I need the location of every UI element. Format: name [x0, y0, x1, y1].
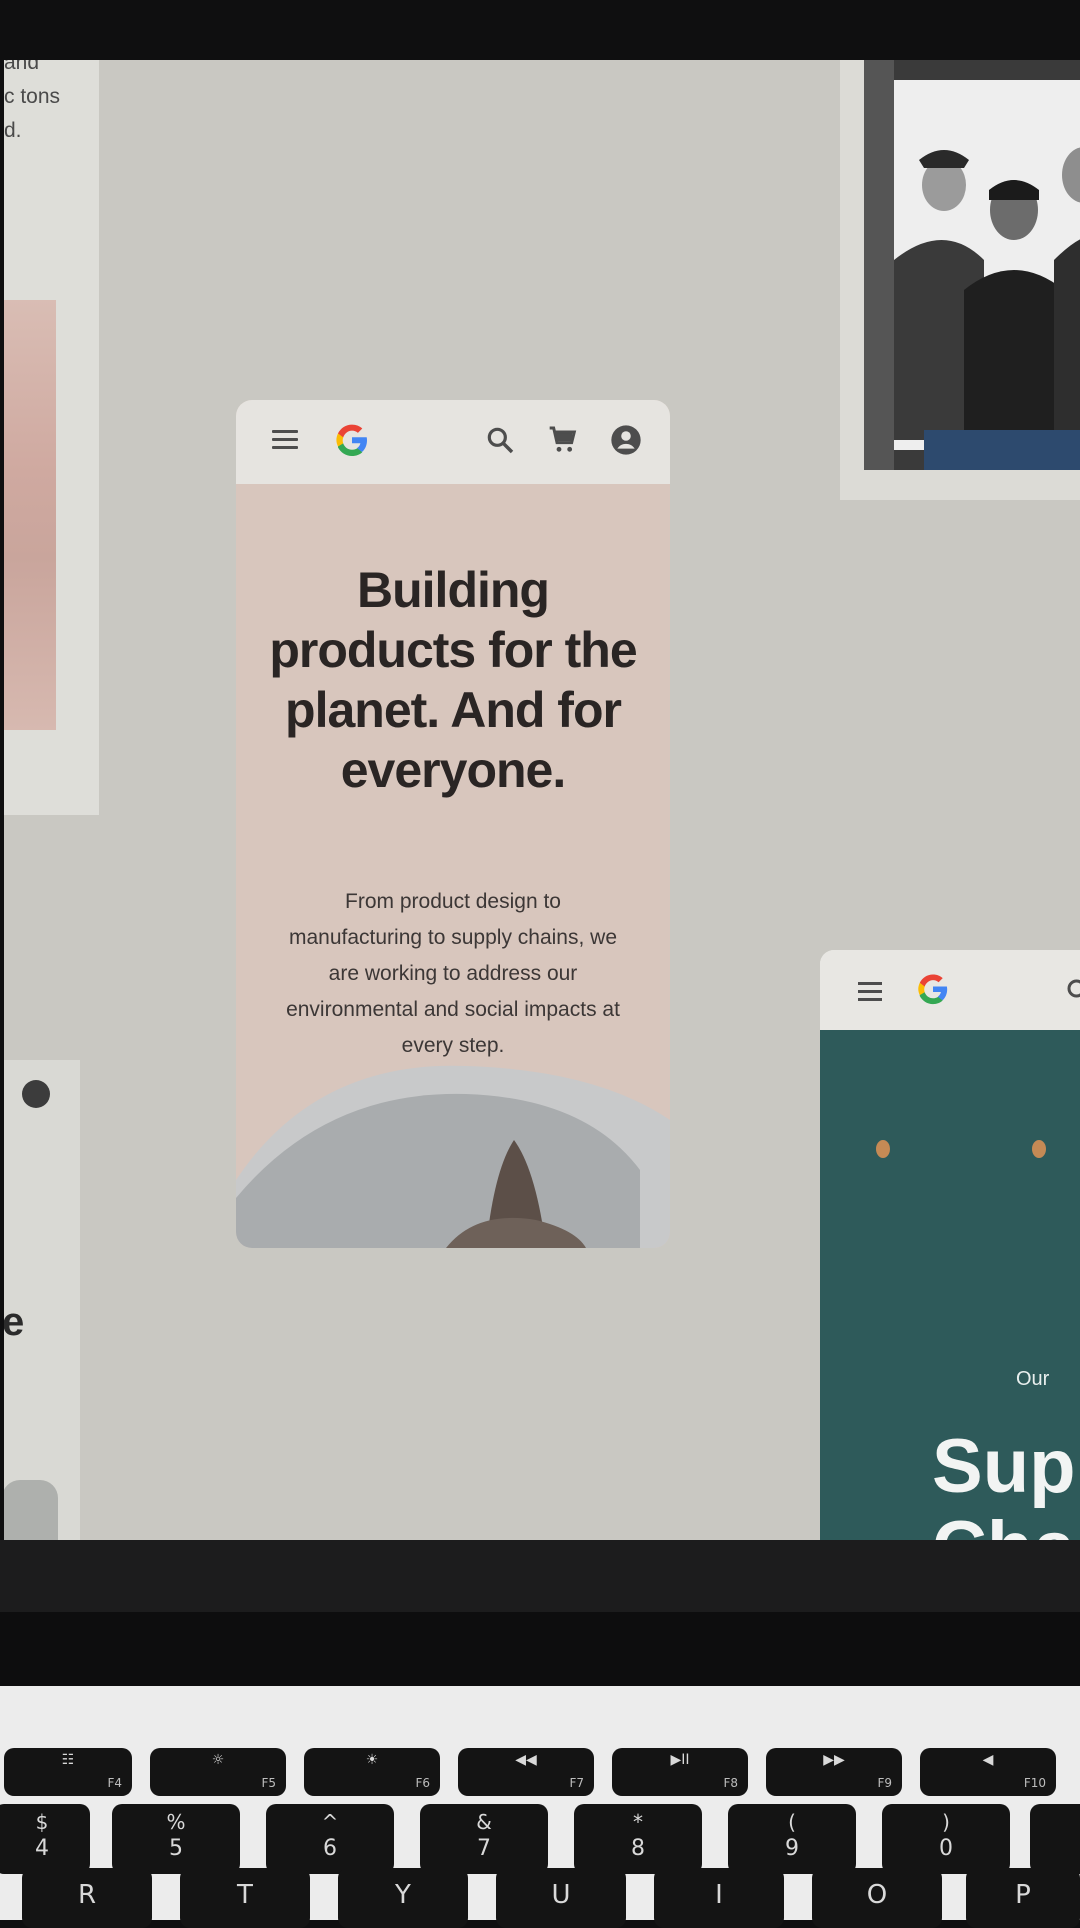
key-8[interactable]: * 8 — [574, 1804, 702, 1874]
left-partial-card-lower: e — [4, 1060, 80, 1540]
play-pause-icon: ▶II — [670, 1752, 690, 1768]
left-card-image — [4, 1480, 58, 1540]
key-label: F6 — [415, 1776, 430, 1790]
left-text-line: c tons — [4, 85, 61, 108]
key-label: 5 — [169, 1836, 183, 1861]
key-shift-label: % — [166, 1810, 186, 1834]
key-shift-label: * — [633, 1810, 643, 1834]
key-f7[interactable]: ◀◀ F7 — [458, 1748, 594, 1796]
key-f8[interactable]: ▶II F8 — [612, 1748, 748, 1796]
search-icon[interactable] — [1064, 976, 1080, 1006]
key-f6[interactable]: ☀ F6 — [304, 1748, 440, 1796]
laptop-hinge — [0, 1612, 1080, 1686]
key-p[interactable]: P — [966, 1868, 1080, 1928]
account-icon[interactable] — [22, 1080, 50, 1108]
key-0[interactable]: ) 0 — [882, 1804, 1010, 1874]
key-label: F7 — [569, 1776, 584, 1790]
key-6[interactable]: ^ 6 — [266, 1804, 394, 1874]
key-4[interactable]: $ 4 — [0, 1804, 90, 1874]
google-logo-icon[interactable] — [916, 972, 950, 1006]
hero-eyebrow: Our — [1016, 1368, 1050, 1390]
key-shift-label: ( — [788, 1810, 796, 1834]
key-label: F8 — [723, 1776, 738, 1790]
account-icon[interactable] — [610, 424, 642, 456]
keyboard-brightness-down-icon: ☼ — [211, 1752, 225, 1768]
peg-decoration — [1032, 1140, 1046, 1158]
phone-mockup-card: Building products for the planet. And fo… — [236, 400, 670, 1248]
key-5[interactable]: % 5 — [112, 1804, 240, 1874]
left-partial-letter: e — [4, 1300, 25, 1344]
left-text-line: d. — [4, 119, 22, 142]
key-label: F5 — [261, 1776, 276, 1790]
key-label: 7 — [477, 1836, 491, 1861]
search-icon[interactable] — [484, 424, 516, 456]
key-label: F9 — [877, 1776, 892, 1790]
key-label: T — [237, 1880, 253, 1910]
key-label: U — [551, 1880, 571, 1910]
team-photo-card — [840, 60, 1080, 500]
page-body-text: From product design to manufacturing to … — [286, 890, 620, 1057]
screen: and c tons d. e Building products for th… — [4, 60, 1080, 1540]
team-photo-illustration — [864, 60, 1080, 470]
key-label: 9 — [785, 1836, 799, 1861]
product-photo — [236, 1060, 670, 1248]
product-photo-illustration — [236, 1060, 670, 1248]
key-o[interactable]: O — [812, 1868, 942, 1928]
key-i[interactable]: I — [654, 1868, 784, 1928]
keyboard: ☷ F4 ☼ F5 ☀ F6 ◀◀ F7 ▶II F8 ▶▶ F9 ◀ F10 … — [0, 1686, 1080, 1928]
supply-chain-card: Our Supp Chai — [820, 950, 1080, 1540]
key-label: 0 — [939, 1836, 953, 1861]
key-u[interactable]: U — [496, 1868, 626, 1928]
left-text-line: and — [4, 60, 40, 74]
key-shift-label: ) — [942, 1810, 950, 1834]
key-t[interactable]: T — [180, 1868, 310, 1928]
team-photo — [864, 60, 1080, 470]
supply-chain-hero: Our Supp Chai — [820, 1030, 1080, 1540]
key-label: F10 — [1023, 1776, 1046, 1790]
key-label: 8 — [631, 1836, 645, 1861]
top-app-bar — [820, 950, 1080, 1030]
key-label: I — [715, 1880, 723, 1910]
hero-title: Supp Chai — [932, 1424, 1080, 1541]
mission-control-icon: ☷ — [61, 1752, 75, 1768]
key-shift-label: ^ — [321, 1810, 339, 1834]
key-minus[interactable] — [1030, 1804, 1080, 1874]
key-f5[interactable]: ☼ F5 — [150, 1748, 286, 1796]
key-9[interactable]: ( 9 — [728, 1804, 856, 1874]
key-f10[interactable]: ◀ F10 — [920, 1748, 1056, 1796]
laptop-bezel — [0, 1540, 1080, 1612]
hero-title-line: Chai — [932, 1508, 1080, 1541]
key-label: O — [866, 1880, 888, 1910]
fast-forward-icon: ▶▶ — [823, 1752, 845, 1768]
mute-icon: ◀ — [982, 1752, 994, 1768]
menu-icon[interactable] — [272, 430, 298, 450]
key-label: 4 — [35, 1836, 49, 1861]
key-f9[interactable]: ▶▶ F9 — [766, 1748, 902, 1796]
key-label: 6 — [323, 1836, 337, 1861]
keyboard-brightness-up-icon: ☀ — [365, 1752, 379, 1768]
key-label: F4 — [107, 1776, 122, 1790]
key-f4[interactable]: ☷ F4 — [4, 1748, 132, 1796]
left-partial-card: and c tons d. — [4, 60, 99, 815]
key-label: R — [77, 1880, 97, 1910]
left-card-image — [4, 300, 56, 730]
key-shift-label: $ — [35, 1810, 49, 1834]
page-headline: Building products for the planet. And fo… — [269, 562, 637, 798]
left-card-text: and c tons d. — [4, 60, 84, 148]
google-logo-icon[interactable] — [334, 422, 370, 458]
peg-decoration — [876, 1140, 890, 1158]
hero-title-line: Supp — [932, 1424, 1080, 1509]
key-r[interactable]: R — [22, 1868, 152, 1928]
key-label: Y — [395, 1880, 411, 1910]
cart-icon[interactable] — [546, 424, 580, 456]
key-y[interactable]: Y — [338, 1868, 468, 1928]
key-label: P — [1015, 1880, 1031, 1910]
key-7[interactable]: & 7 — [420, 1804, 548, 1874]
rewind-icon: ◀◀ — [515, 1752, 537, 1768]
top-app-bar — [236, 400, 670, 484]
menu-icon[interactable] — [858, 982, 882, 1001]
key-shift-label: & — [476, 1810, 492, 1834]
